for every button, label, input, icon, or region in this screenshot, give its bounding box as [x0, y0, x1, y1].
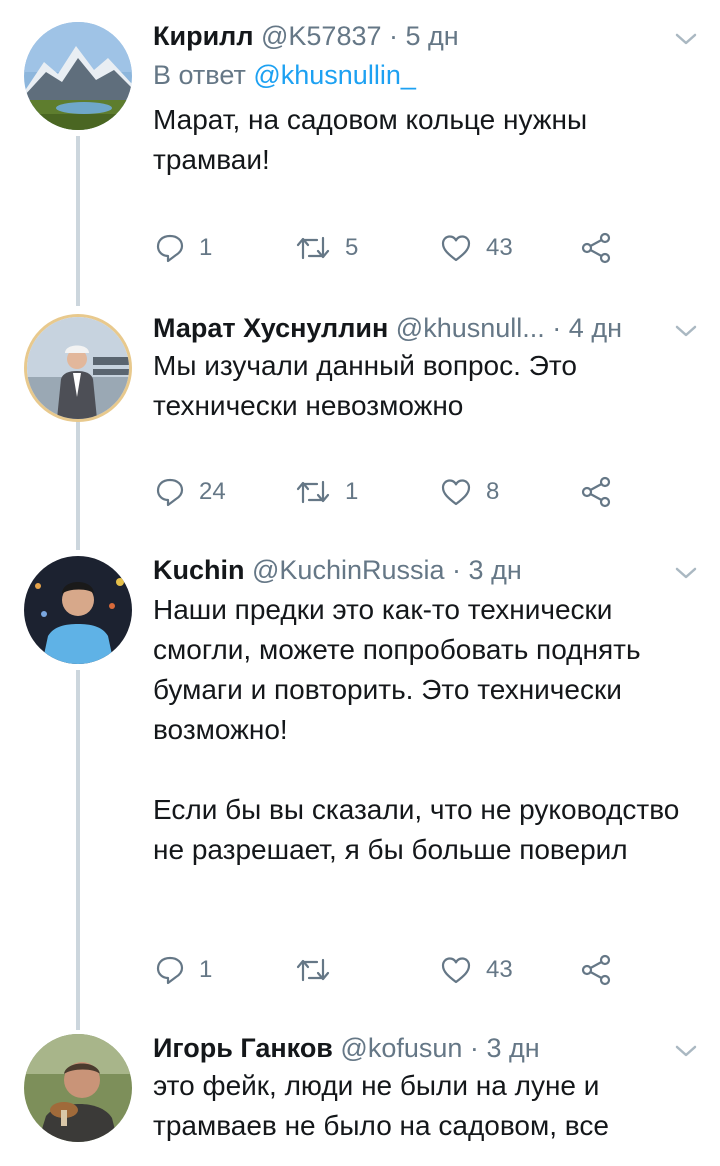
author-name[interactable]: Кирилл [153, 21, 253, 51]
reply-icon [155, 955, 185, 985]
timestamp[interactable]: 5 дн [406, 21, 459, 51]
author-handle[interactable]: @KuchinRussia [252, 555, 445, 585]
chevron-down-icon[interactable] [674, 30, 698, 48]
tweet-header: Игорь Ганков @kofusun · 3 дн [153, 1028, 540, 1068]
tweet-card[interactable]: Kuchin @KuchinRussia · 3 дн Наши предки … [0, 540, 720, 1020]
reply-button[interactable]: 24 [155, 472, 226, 512]
avatar[interactable] [24, 1034, 132, 1142]
retweet-count: 5 [345, 234, 359, 261]
reply-button[interactable]: 1 [155, 950, 212, 990]
tweet-actions: 1 5 43 [155, 228, 615, 268]
separator-dot: · [452, 555, 462, 585]
separator-dot: · [469, 1033, 479, 1063]
author-name[interactable]: Игорь Ганков [153, 1033, 333, 1063]
tweet-actions: 24 1 8 [155, 472, 615, 512]
reply-icon [155, 233, 185, 263]
retweet-icon [295, 955, 331, 985]
retweet-count: 1 [345, 478, 359, 505]
chevron-down-icon[interactable] [674, 1042, 698, 1060]
tweet-header: Кирилл @K57837 · 5 дн [153, 16, 459, 56]
reply-count: 1 [199, 956, 213, 983]
retweet-button[interactable]: 1 [295, 472, 358, 512]
reply-prefix: В ответ [153, 60, 246, 90]
share-icon [580, 476, 612, 508]
chevron-down-icon[interactable] [674, 564, 698, 582]
author-handle[interactable]: @kofusun [340, 1033, 462, 1063]
tweet-card[interactable]: Игорь Ганков @kofusun · 3 дн это фейк, л… [0, 1020, 720, 1166]
tweet-actions: 1 43 [155, 950, 615, 990]
share-icon [580, 232, 612, 264]
timestamp[interactable]: 3 дн [486, 1033, 539, 1063]
chevron-down-icon[interactable] [674, 322, 698, 340]
tweet-text: Мы изучали данный вопрос. Это технически… [153, 350, 577, 421]
reply-count: 1 [199, 234, 213, 261]
avatar[interactable] [24, 556, 132, 664]
reply-button[interactable]: 1 [155, 228, 212, 268]
tweet-card[interactable]: Марат Хуснуллин @khusnull... · 4 дн Мы и… [0, 300, 720, 540]
separator-dot: · [389, 21, 399, 51]
avatar[interactable] [24, 22, 132, 130]
tweet-text: Марат, на садовом кольце нужны трамваи! [153, 104, 588, 175]
timestamp[interactable]: 3 дн [469, 555, 522, 585]
retweet-button[interactable]: 5 [295, 228, 358, 268]
share-icon [580, 954, 612, 986]
like-button[interactable]: 8 [440, 472, 499, 512]
like-button[interactable]: 43 [440, 228, 513, 268]
reply-count: 24 [199, 478, 226, 505]
tweet-text: это фейк, люди не были на луне и трамвае… [153, 1070, 609, 1141]
like-icon [440, 955, 472, 985]
author-name[interactable]: Kuchin [153, 555, 245, 585]
like-count: 8 [486, 478, 500, 505]
retweet-icon [295, 477, 331, 507]
tweet-card[interactable]: Кирилл @K57837 · 5 дн В ответ @khusnulli… [0, 0, 720, 300]
timestamp[interactable]: 4 дн [569, 313, 622, 343]
share-button[interactable] [580, 472, 612, 512]
author-handle[interactable]: @K57837 [261, 21, 382, 51]
retweet-icon [295, 233, 331, 263]
separator-dot: · [552, 313, 562, 343]
tweet-header: Kuchin @KuchinRussia · 3 дн [153, 550, 522, 590]
like-button[interactable]: 43 [440, 950, 513, 990]
avatar[interactable] [24, 314, 132, 422]
tweet-text: Наши предки это как-то технически смогли… [153, 594, 680, 865]
reply-icon [155, 477, 185, 507]
like-icon [440, 233, 472, 263]
tweet-header: Марат Хуснуллин @khusnull... · 4 дн [153, 308, 622, 348]
reply-context: В ответ @khusnullin_ [153, 56, 416, 94]
reply-mention-link[interactable]: @khusnullin_ [253, 60, 416, 90]
author-name[interactable]: Марат Хуснуллин [153, 313, 388, 343]
like-count: 43 [486, 956, 513, 983]
share-button[interactable] [580, 950, 612, 990]
like-count: 43 [486, 234, 513, 261]
author-handle[interactable]: @khusnull... [396, 313, 545, 343]
like-icon [440, 477, 472, 507]
retweet-button[interactable] [295, 950, 331, 990]
share-button[interactable] [580, 228, 612, 268]
